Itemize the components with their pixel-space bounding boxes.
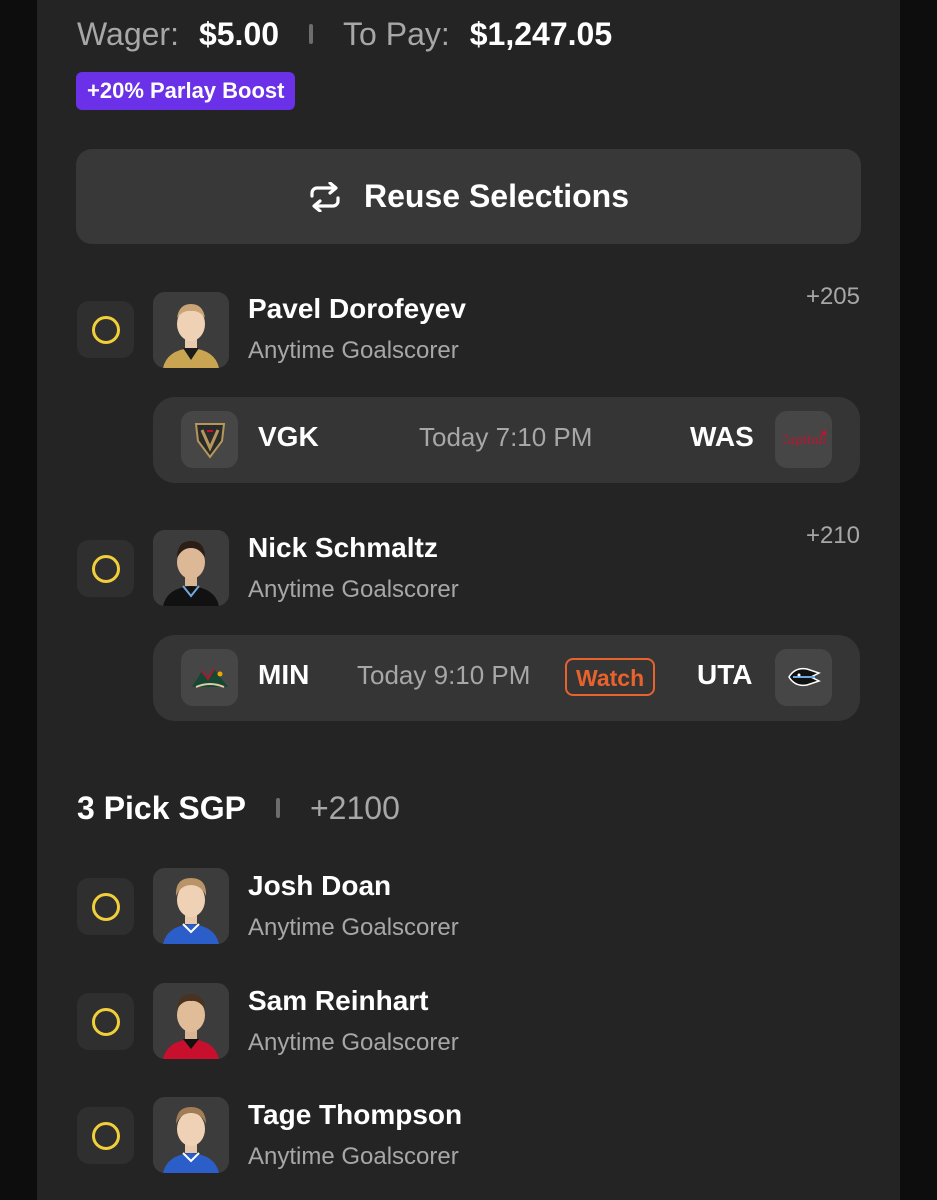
circle-icon	[91, 1121, 120, 1150]
leg-status-radio	[77, 540, 134, 597]
was-logo-icon: Capitals	[775, 411, 832, 468]
divider	[275, 798, 280, 818]
wager-summary: Wager: $5.00 To Pay: $1,247.05	[77, 12, 612, 56]
home-team: UTA	[697, 659, 753, 690]
svg-text:Capitals: Capitals	[782, 433, 826, 447]
player-avatar	[153, 983, 229, 1059]
player-avatar	[153, 868, 229, 944]
game-card[interactable]: MIN Today 9:10 PM Watch UTA	[153, 635, 860, 721]
watch-button[interactable]: Watch	[565, 658, 656, 696]
player-name: Nick Schmaltz	[248, 532, 438, 563]
leg-status-radio	[77, 878, 134, 935]
market-label: Anytime Goalscorer	[248, 1029, 459, 1056]
parlay-boost-badge: +20% Parlay Boost	[76, 72, 296, 110]
game-time: Today 9:10 PM	[357, 660, 531, 690]
player-headshot-icon	[153, 868, 229, 944]
game-time: Today 7:10 PM	[419, 422, 593, 452]
player-headshot-icon	[153, 983, 229, 1059]
player-name: Josh Doan	[248, 870, 392, 901]
leg-odds: +205	[805, 283, 860, 310]
wager-value: $5.00	[198, 15, 280, 52]
uta-logo-icon	[775, 649, 832, 706]
player-avatar	[153, 530, 229, 606]
market-label: Anytime Goalscorer	[248, 914, 459, 941]
divider	[309, 24, 314, 44]
topay-value: $1,247.05	[469, 15, 613, 52]
reuse-selections-button[interactable]: Reuse Selections	[76, 149, 861, 244]
market-label: Anytime Goalscorer	[248, 337, 459, 364]
home-team: WAS	[690, 421, 754, 452]
player-name: Tage Thompson	[248, 1099, 463, 1130]
sgp-title: 3 Pick SGP	[77, 789, 246, 826]
sgp-odds: +2100	[309, 789, 400, 826]
game-card[interactable]: VGK Today 7:10 PM WAS Capitals	[153, 397, 860, 483]
player-name: Sam Reinhart	[248, 985, 429, 1016]
player-avatar	[153, 1097, 229, 1173]
away-team: VGK	[258, 421, 319, 452]
player-headshot-icon	[153, 530, 229, 606]
reuse-selections-label: Reuse Selections	[364, 178, 629, 214]
player-name: Pavel Dorofeyev	[248, 293, 466, 324]
leg-status-radio	[77, 301, 134, 358]
market-label: Anytime Goalscorer	[248, 576, 459, 603]
leg-status-radio	[77, 1107, 134, 1164]
repeat-icon	[310, 181, 340, 212]
wager-label: Wager:	[77, 15, 179, 52]
away-team: MIN	[258, 659, 310, 690]
circle-icon	[91, 892, 120, 921]
topay-label: To Pay:	[343, 15, 450, 52]
circle-icon	[91, 554, 120, 583]
leg-status-radio	[77, 993, 134, 1050]
market-label: Anytime Goalscorer	[248, 1143, 459, 1170]
player-headshot-icon	[153, 1097, 229, 1173]
min-logo-icon	[181, 649, 238, 706]
player-headshot-icon	[153, 292, 229, 368]
player-avatar	[153, 292, 229, 368]
sgp-header: 3 Pick SGP +2100	[77, 786, 400, 830]
circle-icon	[91, 315, 120, 344]
vgk-logo-icon	[181, 411, 238, 468]
leg-odds: +210	[805, 522, 860, 549]
circle-icon	[91, 1007, 120, 1036]
